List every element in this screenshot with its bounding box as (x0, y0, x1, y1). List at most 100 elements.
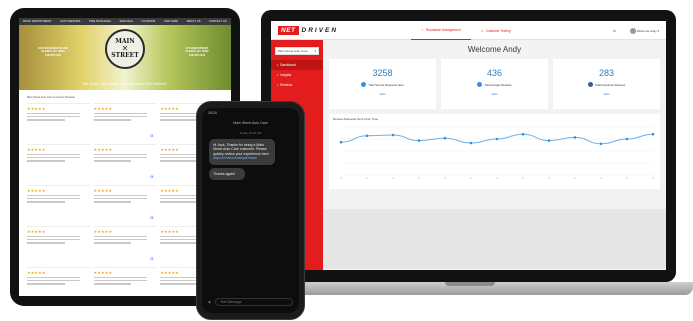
tab-customer-texting[interactable]: ▭ Customer Texting (471, 21, 521, 40)
data-point (339, 140, 343, 144)
data-point (365, 134, 369, 138)
send-icon (361, 82, 367, 87)
google-icon: G (150, 256, 154, 261)
brand-logo[interactable]: NET DRIVEN (278, 25, 338, 35)
empty-region (323, 209, 666, 269)
data-point (469, 141, 473, 145)
laptop-device: NET DRIVEN ☆ Reputation Management ▭ Custo… (261, 10, 676, 282)
nav-item[interactable]: COUPONS (142, 20, 156, 23)
stat-card-requests: 3258 Total Service Requests Sent View (329, 59, 436, 109)
chat-icon: ▭ (480, 28, 484, 33)
chart-card: Review Requests Sent Over Time (329, 114, 660, 189)
review-card: ★★★★★ (27, 226, 90, 264)
header-right: ⚙ Welcome Andy ▾ (613, 21, 659, 40)
reviews-grid: ★★★★★ ★★★★★ G ★★★★★ G ★★★★★ ★★★★★ G ★★★★★ G ★★★★★ ★… (27, 103, 223, 296)
line-chart (339, 126, 655, 179)
settings-icon[interactable]: ⚙ (613, 29, 616, 33)
review-card: ★★★★★ G (93, 185, 157, 223)
rating-stars-icon: ★★★★★ (27, 189, 46, 193)
stats-row: 3258 Total Service Requests Sent View 43… (329, 59, 660, 109)
data-point (521, 132, 525, 136)
data-point (495, 137, 499, 141)
star-icon: ☆ (421, 28, 424, 32)
dashboard-body: Main Street Auto Care ▾ ▪ Dashboard ▪ Insig… (271, 40, 666, 270)
chevron-down-icon: ▾ (314, 49, 316, 53)
facebook-icon (587, 82, 593, 87)
rating-stars-icon: ★★★★★ (27, 230, 46, 234)
stat-card-google: 436 Total Google Reviews View (441, 59, 548, 109)
review-card: ★★★★★ (27, 144, 90, 182)
nav-item[interactable]: AUTO REPAIRS (60, 20, 80, 23)
nav-item[interactable]: BOOK APPOINTMENT (23, 20, 51, 23)
nav-item[interactable]: CAR CARE (164, 20, 178, 23)
shop-logo: MAIN ✕ STREET (105, 29, 145, 69)
review-card: ★★★★★ (27, 267, 90, 296)
nav-item[interactable]: SPECIALS (120, 20, 134, 23)
view-link[interactable]: View (441, 92, 548, 96)
phone-device: 10:24 Main Street Auto Care Today 10:22 … (196, 101, 305, 320)
message-bubble: Hi Jack, Thanks for being a Main Street … (209, 138, 275, 165)
insights-icon: ▪ (277, 73, 279, 77)
review-link[interactable]: https://review.example/msac (213, 156, 257, 160)
review-card: ★★★★★ (27, 103, 90, 141)
view-link[interactable]: View (329, 92, 436, 96)
avatar (629, 27, 636, 34)
sidebar-item-reviews[interactable]: ▪ Reviews (271, 80, 323, 90)
review-card: ★★★★★ G (93, 103, 157, 141)
sidebar-item-dashboard[interactable]: ▪ Dashboard (271, 60, 323, 70)
top-tabs: ☆ Reputation Management ▭ Customer Texting (411, 21, 521, 40)
reviews-icon: ▪ (277, 83, 279, 87)
dashboard-header: NET DRIVEN ☆ Reputation Management ▭ Custo… (271, 21, 666, 40)
website-banner: 1610 WASHINGTON AVE ALBANY, NY 12222 518… (19, 25, 231, 90)
phone-status-time: 10:24 (208, 111, 217, 115)
review-card: ★★★★★G (93, 267, 157, 296)
review-card: ★★★★★ G (93, 226, 157, 264)
sidebar-item-insights[interactable]: ▪ Insights (271, 70, 323, 80)
rating-stars-icon: ★★★★★ (93, 148, 113, 152)
message-composer: ◉ Text Message (208, 297, 293, 307)
review-card: ★★★★★G (93, 144, 157, 182)
dashboard-icon: ▪ (277, 63, 279, 67)
page-title: Welcome Andy (467, 45, 522, 54)
data-point (443, 136, 447, 140)
rating-stars-icon: ★★★★★ (93, 189, 113, 193)
location-select[interactable]: Main Street Auto Care ▾ (275, 47, 319, 55)
data-point (651, 132, 655, 136)
tagline: We have the tools and we have the talent… (82, 81, 168, 86)
data-point (573, 136, 577, 139)
laptop-notch (445, 282, 495, 286)
nav-item[interactable]: CONTACT US (209, 20, 227, 23)
conversation-title: Main Street Auto Care (233, 121, 268, 125)
dashboard-screen: NET DRIVEN ☆ Reputation Management ▭ Custo… (271, 21, 666, 270)
chart-title: Review Requests Sent Over Time (333, 117, 379, 121)
review-card: ★★★★★ (27, 185, 90, 223)
address-left: 1610 WASHINGTON AVE ALBANY, NY 12222 518… (37, 47, 69, 57)
google-icon: G (150, 215, 154, 220)
data-point (391, 133, 395, 137)
message-date: Today 10:22 AM (239, 130, 262, 135)
message-input[interactable]: Text Message (215, 298, 293, 306)
nav-item[interactable]: ABOUT US (187, 20, 201, 23)
rating-stars-icon: ★★★★★ (27, 271, 46, 275)
data-point (417, 139, 421, 142)
user-menu[interactable]: Welcome Andy ▾ (629, 27, 659, 34)
google-icon: G (150, 133, 154, 138)
rating-stars-icon: ★★★★★ (93, 107, 113, 111)
data-point (599, 142, 603, 146)
website-nav: BOOK APPOINTMENT AUTO REPAIRS TIRE PACKA… (19, 18, 231, 25)
data-point (547, 139, 551, 142)
phone-screen: 10:24 Main Street Auto Care Today 10:22 … (202, 108, 299, 313)
tab-reputation-management[interactable]: ☆ Reputation Management (411, 21, 471, 40)
rating-stars-icon: ★★★★★ (27, 148, 46, 152)
rating-stars-icon: ★★★★★ (93, 271, 113, 275)
view-link[interactable]: View (553, 92, 660, 96)
nav-item[interactable]: TIRE PACKAGES (89, 20, 111, 23)
rating-stars-icon: ★★★★★ (93, 230, 113, 234)
stat-card-facebook: 283 Total Facebook Reviews View (553, 59, 660, 109)
reviews-caption: Main Street Auto Care Customer Reviews (27, 96, 76, 99)
rating-stars-icon: ★★★★★ (27, 107, 46, 111)
data-point (625, 137, 629, 141)
message-bubble: Thanks again! (209, 167, 245, 181)
google-icon (477, 82, 483, 87)
camera-icon[interactable]: ◉ (208, 300, 211, 304)
